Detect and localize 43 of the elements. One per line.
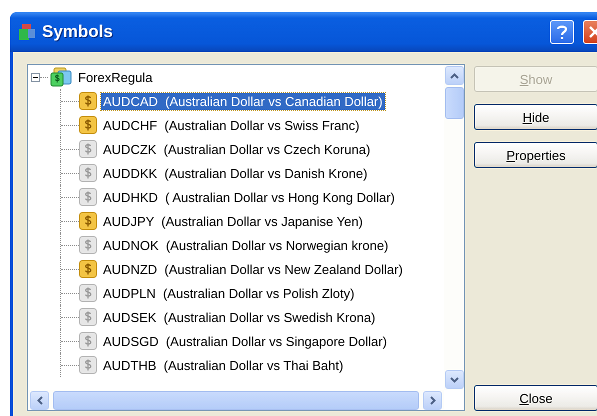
- symbol-row[interactable]: AUDCAD (Australian Dollar vs Canadian Dollar): [28, 89, 444, 113]
- symbol-row[interactable]: AUDDKK (Australian Dollar vs Danish Krone): [28, 161, 444, 185]
- symbol-label[interactable]: AUDPLN (Australian Dollar vs Polish Zloty): [101, 284, 356, 302]
- symbol-label[interactable]: AUDCAD (Australian Dollar vs Canadian Dollar): [101, 92, 385, 110]
- help-icon: [556, 24, 568, 40]
- window-title: Symbols: [42, 22, 114, 42]
- symbol-row[interactable]: AUDCZK (Australian Dollar vs Czech Koruna): [28, 137, 444, 161]
- symbol-label[interactable]: AUDSEK (Australian Dollar vs Swedish Krona): [101, 308, 378, 326]
- symbol-row[interactable]: AUDCHF (Australian Dollar vs Swiss Franc): [28, 113, 444, 137]
- symbol-label[interactable]: AUDDKK (Australian Dollar vs Danish Krone): [101, 164, 370, 182]
- folder-icon: [50, 67, 72, 87]
- close-dialog-button[interactable]: Close: [474, 385, 597, 411]
- symbol-row[interactable]: AUDNZD (Australian Dollar vs New Zealand Dollar): [28, 257, 444, 281]
- up-caret-icon: [450, 72, 459, 78]
- scroll-left-button[interactable]: [30, 390, 49, 410]
- app-icon: [18, 23, 36, 41]
- symbol-row[interactable]: AUDNOK (Australian Dollar vs Norwegian krone): [28, 233, 444, 257]
- symbol-row[interactable]: AUDJPY (Australian Dollar vs Japanise Yen): [28, 209, 444, 233]
- symbol-label[interactable]: AUDNOK (Australian Dollar vs Norwegian krone): [101, 236, 390, 254]
- right-caret-icon: [430, 396, 436, 404]
- down-caret-icon: [450, 376, 459, 382]
- symbol-label[interactable]: AUDHKD ( Australian Dollar vs Hong Kong Dollar): [101, 188, 397, 206]
- scroll-down-button[interactable]: [445, 370, 464, 389]
- symbol-label[interactable]: AUDNZD (Australian Dollar vs New Zealand Dollar): [101, 260, 405, 278]
- scroll-thumb[interactable]: [53, 390, 419, 410]
- symbol-row[interactable]: AUDSEK (Australian Dollar vs Swedish Krona): [28, 305, 444, 329]
- scroll-thumb[interactable]: [445, 87, 464, 119]
- symbol-label[interactable]: AUDTHB (Australian Dollar vs Thai Baht): [101, 356, 346, 374]
- symbol-label[interactable]: AUDJPY (Australian Dollar vs Japanise Yen): [101, 212, 365, 230]
- scroll-up-button[interactable]: [445, 66, 464, 85]
- symbol-label[interactable]: AUDCZK (Australian Dollar vs Czech Koruna): [101, 140, 372, 158]
- tree-root-label[interactable]: ForexRegula: [76, 68, 154, 86]
- symbol-row[interactable]: AUDPLN (Australian Dollar vs Polish Zloty): [28, 281, 444, 305]
- dialog-button[interactable]: Properties: [474, 142, 597, 168]
- left-caret-icon: [36, 396, 42, 404]
- help-button[interactable]: [550, 20, 574, 44]
- symbol-label[interactable]: AUDCHF (Australian Dollar vs Swiss Franc): [101, 116, 362, 134]
- symbol-row[interactable]: AUDTHB (Australian Dollar vs Thai Baht): [28, 353, 444, 377]
- dialog-button[interactable]: Hide: [474, 104, 597, 130]
- symbol-row[interactable]: AUDHKD ( Australian Dollar vs Hong Kong Dollar): [28, 185, 444, 209]
- symbol-row[interactable]: AUDSGD (Australian Dollar vs Singapore Dollar): [28, 329, 444, 353]
- scroll-right-button[interactable]: [423, 390, 442, 410]
- symbol-label[interactable]: AUDSGD (Australian Dollar vs Singapore Dollar): [101, 332, 389, 350]
